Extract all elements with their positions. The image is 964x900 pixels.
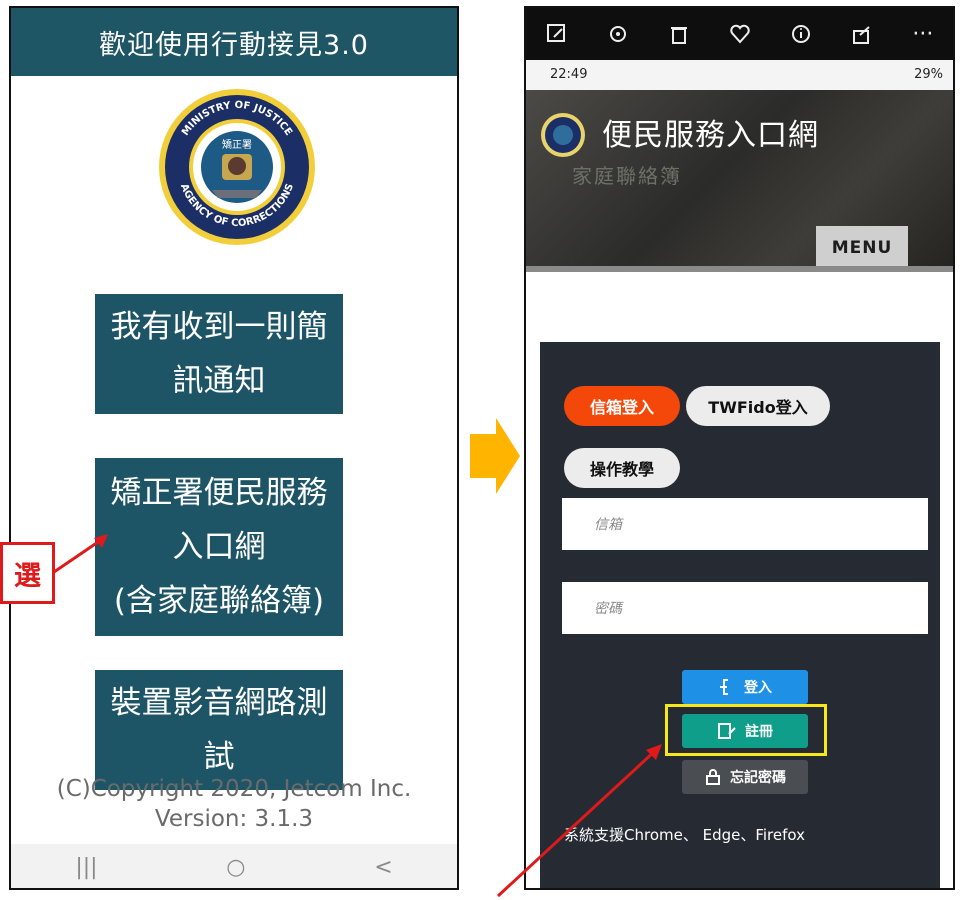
next-step-arrow-icon xyxy=(470,418,520,494)
refresh-icon[interactable] xyxy=(607,23,629,45)
forgot-password-button[interactable]: 忘記密碼 xyxy=(682,760,808,794)
status-time: 22:49 xyxy=(550,67,588,82)
back-icon[interactable]: < xyxy=(374,855,392,880)
portal-title: 便民服務入口網 xyxy=(602,118,819,153)
forgot-password-label: 忘記密碼 xyxy=(730,770,786,786)
menu-button[interactable]: MENU xyxy=(816,226,908,270)
service-portal-button[interactable]: 矯正署便民服務 入口網 (含家庭聯絡簿) xyxy=(95,458,343,636)
share-icon[interactable] xyxy=(851,23,873,45)
copyright-text: (C)Copyright 2020, Jetcom Inc. xyxy=(56,776,412,802)
portal-button-line1: 矯正署便民服務 xyxy=(110,475,328,511)
left-phone-screen: 歡迎使用行動接見3.0 矯正署 MINISTRY OF JUSTICE AGEN… xyxy=(9,6,459,890)
tab-twfido-login[interactable]: TWFido登入 xyxy=(686,386,830,426)
status-bar: 22:49 29% xyxy=(526,60,953,90)
portal-subtitle: 家庭聯絡簿 xyxy=(572,164,682,188)
gallery-toolbar: ··· xyxy=(526,8,953,60)
email-field[interactable]: 信箱 xyxy=(562,498,928,550)
annotation-select-label: 選 xyxy=(0,542,55,604)
annotation-arrow-icon xyxy=(53,534,108,574)
sms-button-line1: 我有收到一則簡 xyxy=(110,309,328,345)
info-icon[interactable] xyxy=(790,23,812,45)
password-field[interactable]: 密碼 xyxy=(562,582,928,634)
portal-hero-banner: 便民服務入口網 家庭聯絡簿 MENU xyxy=(526,90,953,272)
hero-divider xyxy=(526,266,953,272)
lock-icon xyxy=(706,769,720,785)
more-icon[interactable]: ··· xyxy=(912,22,933,47)
tab-tutorial[interactable]: 操作教學 xyxy=(564,448,680,488)
copyright-footer: (C)Copyright 2020, Jetcom Inc. Version: … xyxy=(11,774,457,834)
ministry-of-justice-emblem: 矯正署 MINISTRY OF JUSTICE AGENCY OF CORREC… xyxy=(159,89,315,245)
login-button-label: 登入 xyxy=(744,680,772,696)
emblem-chinese-text: 矯正署 xyxy=(222,138,252,151)
agency-logo-icon xyxy=(541,113,585,157)
login-button[interactable]: 登入 xyxy=(682,670,808,704)
sms-notification-button[interactable]: 我有收到一則簡 訊通知 xyxy=(95,294,343,414)
edit-icon[interactable] xyxy=(546,23,568,45)
portal-button-line3: (含家庭聯絡簿) xyxy=(113,583,325,619)
recent-apps-icon[interactable]: ||| xyxy=(75,855,97,880)
app-header-title: 歡迎使用行動接見3.0 xyxy=(11,8,457,76)
version-text: Version: 3.1.3 xyxy=(154,806,314,832)
register-pointer-arrow-icon xyxy=(496,744,662,898)
tab-email-login[interactable]: 信箱登入 xyxy=(564,386,680,426)
device-button-line1: 裝置影音網路測 xyxy=(110,685,328,721)
login-icon xyxy=(720,679,728,695)
home-icon[interactable]: ○ xyxy=(226,855,245,880)
sms-button-line2: 訊通知 xyxy=(172,363,266,399)
trash-icon[interactable] xyxy=(668,23,690,45)
status-battery: 29% xyxy=(914,67,943,82)
heart-icon[interactable] xyxy=(729,23,751,45)
device-network-test-button[interactable]: 裝置影音網路測 試 xyxy=(95,670,343,790)
android-nav-bar: ||| ○ < xyxy=(11,844,457,888)
portal-button-line2: 入口網 xyxy=(172,529,266,565)
